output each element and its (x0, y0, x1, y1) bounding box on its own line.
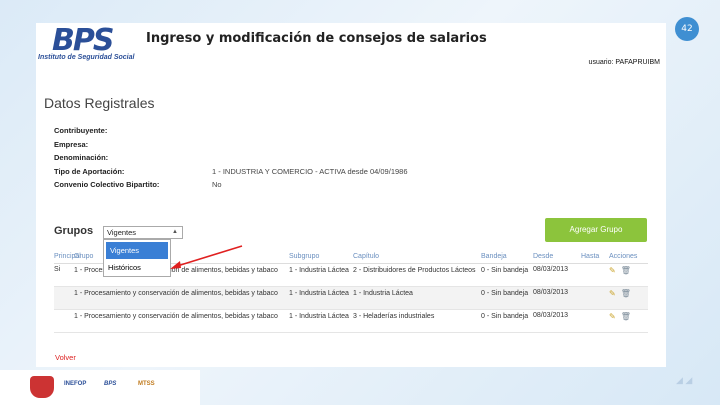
app-window: BPS Instituto de Seguridad Social Ingres… (36, 23, 666, 367)
edit-pencil-icon[interactable]: ✎ (609, 266, 616, 275)
cell-capitulo: 2 - Distribuidores de Productos Lácteos (353, 267, 476, 274)
annotation-arrow (170, 245, 243, 269)
header-bandeja: Bandeja (481, 253, 507, 260)
header-capitulo: Capítulo (353, 253, 380, 260)
section-title: Datos Registrales (44, 95, 155, 111)
cell-principal: Si (54, 266, 61, 273)
registration-fields: Contribuyente: Empresa: Denominación: Ti… (54, 124, 408, 192)
cell-grupo: 1 - Procesamiento y conservación de alim… (74, 290, 278, 297)
header-acciones: Acciones (609, 253, 638, 260)
cell-acciones: ✎ 🗑 (609, 312, 648, 321)
grupos-title: Grupos (54, 225, 94, 237)
field-value: No (212, 180, 222, 190)
field-row: Empresa: (54, 138, 408, 152)
add-group-button[interactable]: Agregar Grupo (545, 218, 647, 242)
select-value: Vigentes (107, 228, 137, 237)
cell-desde: 08/03/2013 (533, 289, 569, 296)
grupos-filter-dropdown: Vigentes Históricos (103, 239, 171, 277)
caret-up-icon: ▲ (172, 229, 178, 235)
trash-icon[interactable]: 🗑 (621, 289, 631, 298)
cell-bandeja: 0 - Sin bandeja (481, 313, 529, 320)
cell-subgrupo: 1 - Industria Láctea (289, 290, 349, 297)
app-title: Ingreso y modificación de consejos de sa… (146, 31, 487, 46)
cell-grupo: 1 - Procesamiento y conservación de alim… (74, 313, 278, 320)
trash-icon[interactable]: 🗑 (621, 312, 631, 321)
inefop-logo: INEFOP (64, 381, 87, 387)
bps-footer-logo: BPS (104, 381, 117, 387)
field-row: Denominación: (54, 151, 408, 165)
cell-capitulo: 3 - Heladerías industriales (353, 313, 435, 320)
cell-desde: 08/03/2013 (533, 266, 569, 273)
field-row: Convenio Colectivo Bipartito: No (54, 178, 408, 192)
cell-bandeja: 0 - Sin bandeja (481, 267, 529, 274)
slide-number-badge: 42 (675, 17, 699, 41)
field-label: Contribuyente: (54, 126, 108, 136)
option-vigentes[interactable]: Vigentes (106, 242, 168, 259)
header-hasta: Hasta (581, 253, 600, 260)
logo-subtitle: Instituto de Seguridad Social (38, 54, 135, 61)
edit-pencil-icon[interactable]: ✎ (609, 289, 616, 298)
cell-subgrupo: 1 - Industria Láctea (289, 313, 349, 320)
edit-pencil-icon[interactable]: ✎ (609, 312, 616, 321)
mtss-logo: MTSS (138, 381, 155, 387)
grupos-filter-select[interactable]: Vigentes ▲ (103, 226, 183, 239)
field-row: Tipo de Aportación: 1 - INDUSTRIA Y COME… (54, 165, 408, 179)
bps-logo: BPS Instituto de Seguridad Social (36, 23, 146, 67)
field-label: Tipo de Aportación: (54, 166, 125, 176)
table-row: 1 - Procesamiento y conservación de alim… (54, 287, 648, 310)
cell-acciones: ✎ 🗑 (609, 266, 648, 275)
field-label: Denominación: (54, 153, 109, 163)
volver-link[interactable]: Volver (55, 353, 76, 362)
table-row: 1 - Procesamiento y conservación de alim… (54, 310, 648, 333)
option-historicos[interactable]: Históricos (104, 259, 170, 276)
field-row: Contribuyente: (54, 124, 408, 138)
cell-acciones: ✎ 🗑 (609, 289, 648, 298)
field-label: Empresa: (54, 139, 89, 149)
logo-text: BPS (52, 23, 114, 58)
header-subgrupo: Subgrupo (289, 253, 320, 260)
field-label: Convenio Colectivo Bipartito: (54, 180, 160, 190)
cell-subgrupo: 1 - Industria Láctea (289, 267, 349, 274)
header-principal: Principal (54, 253, 81, 260)
cell-bandeja: 0 - Sin bandeja (481, 290, 529, 297)
cell-capitulo: 1 - Industria Láctea (353, 290, 413, 297)
decorative-corner-icon: ◢ ◢ (676, 375, 693, 385)
user-label: usuario: PAFAPRUIBM (588, 59, 660, 66)
field-value: 1 - INDUSTRIA Y COMERCIO - ACTIVA desde … (212, 166, 408, 176)
footer-logos: INEFOP BPS MTSS (0, 370, 200, 405)
trash-icon[interactable]: 🗑 (621, 266, 631, 275)
cell-desde: 08/03/2013 (533, 312, 569, 319)
header-desde: Desde (533, 253, 554, 260)
emblem-icon (30, 376, 54, 398)
